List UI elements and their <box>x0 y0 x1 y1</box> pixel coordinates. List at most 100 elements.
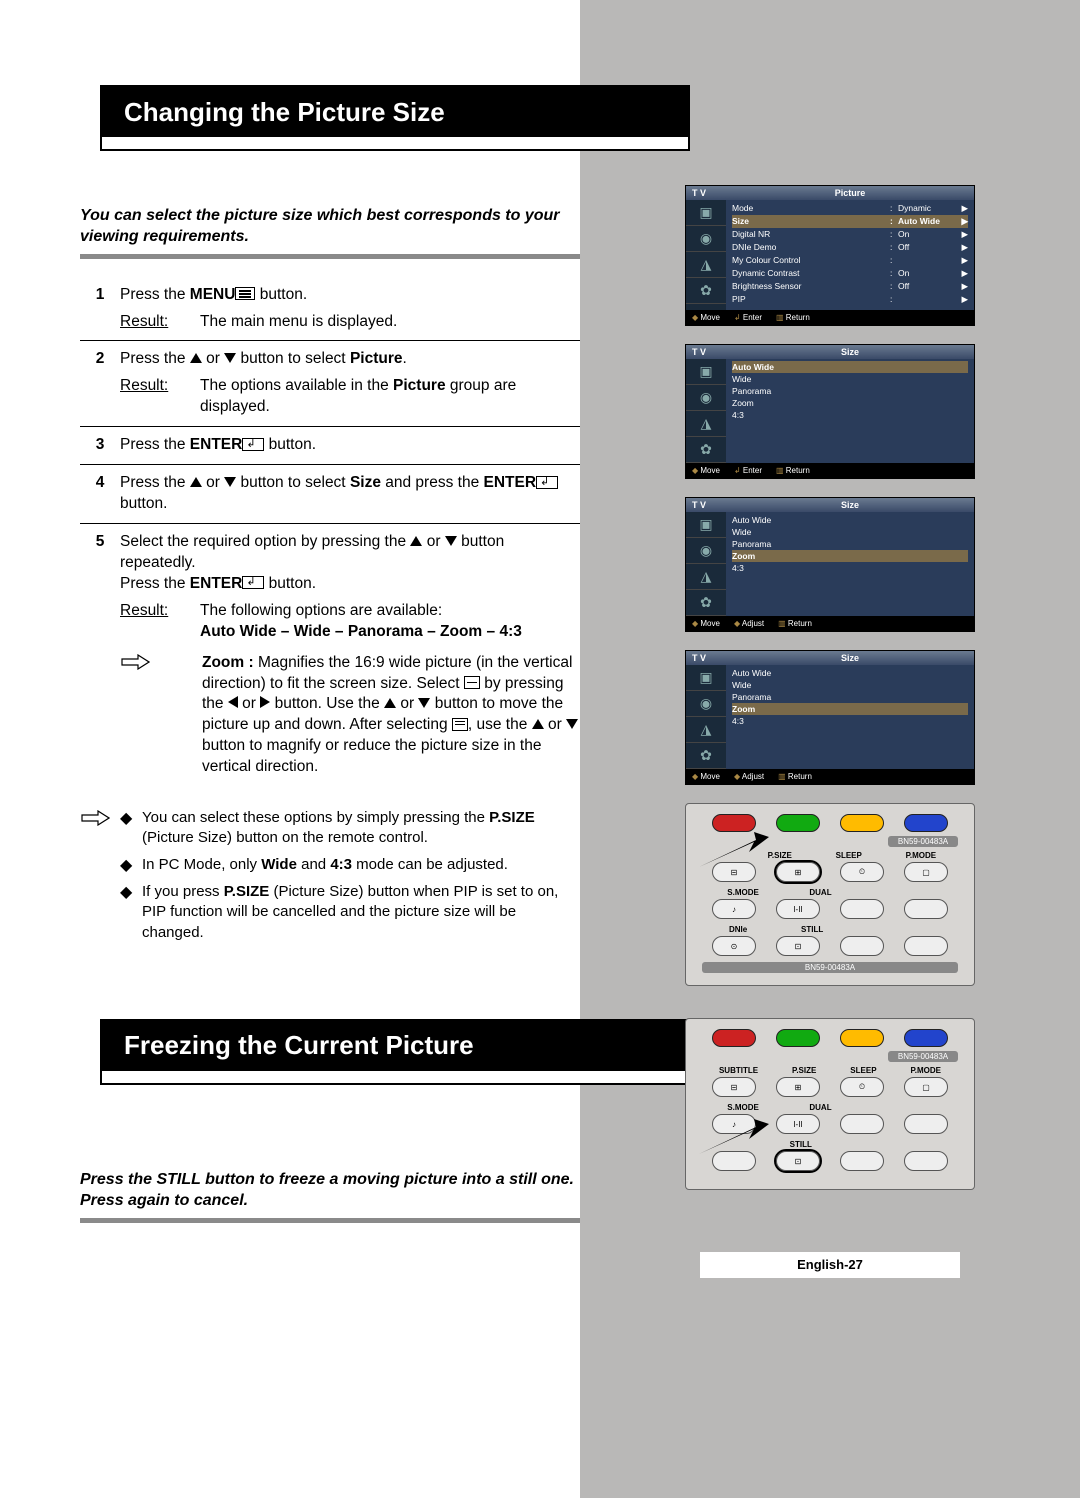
osd-row: Panorama <box>732 538 968 550</box>
remote-sleep-button: ⏲ <box>840 1077 884 1097</box>
button-name: ENTER <box>190 575 243 592</box>
osd-foot-move: Move <box>692 466 720 475</box>
size-options: Auto Wide – Wide – Panorama – Zoom – 4:3 <box>200 622 580 643</box>
osd-foot-return: Return <box>778 619 812 628</box>
remote-label-sleep: SLEEP <box>836 851 862 860</box>
text: Press the <box>120 350 190 367</box>
osd-foot-return: Return <box>778 772 812 781</box>
pointer-arrow-icon <box>694 1119 774 1159</box>
bullet-icon: ◆ <box>120 882 142 943</box>
osd-row: Auto Wide <box>732 667 968 679</box>
down-icon <box>566 719 578 729</box>
remote-yellow-button <box>840 814 884 832</box>
text: You can select these options by simply p… <box>142 809 489 826</box>
remote-button <box>840 1151 884 1171</box>
osd-tv-label: T V <box>692 653 732 663</box>
note-1: ◆ You can select these options by simply… <box>120 808 580 849</box>
remote-yellow-button <box>840 1029 884 1047</box>
remote-model: BN59-00483A <box>888 1051 958 1062</box>
text: If you press <box>142 883 224 900</box>
remote-label-pmode: P.MODE <box>906 851 937 860</box>
text: P.SIZE <box>224 883 270 900</box>
left-icon <box>228 696 238 708</box>
text: Press the <box>120 436 190 453</box>
text: button to select <box>236 350 350 367</box>
osd-foot-move: Move <box>692 619 720 628</box>
remote-sleep-button: ⏲ <box>840 862 884 882</box>
down-icon <box>224 477 236 487</box>
remote-subtitle-button: ⊟ <box>712 1077 756 1097</box>
text: Picture <box>350 350 403 367</box>
zoom-label: Zoom : <box>202 654 254 671</box>
remote-label-pmode: P.MODE <box>910 1066 941 1075</box>
osd-row: 4:3 <box>732 409 968 421</box>
divider <box>80 254 580 259</box>
remote-model: BN59-00483A <box>888 836 958 847</box>
osd-row: Zoom <box>732 397 968 409</box>
osd-row: Dynamic Contrast:On▶ <box>732 267 968 280</box>
up-icon <box>190 477 202 487</box>
text: P.SIZE <box>489 809 535 826</box>
osd-setup-icon: ✿ <box>686 590 726 616</box>
osd-icon-column: ▣ ◉ ◮ ✿ <box>686 512 726 616</box>
bullet-icon: ◆ <box>120 855 142 877</box>
osd-channel-icon: ◮ <box>686 564 726 590</box>
glyph-icon <box>452 718 468 731</box>
osd-channel-icon: ◮ <box>686 717 726 743</box>
text: Size <box>350 474 381 491</box>
osd-title: Size <box>732 500 968 510</box>
osd-row: 4:3 <box>732 715 968 727</box>
text: Select the required option by pressing t… <box>120 533 410 550</box>
osd-icon-column: ▣ ◉ ◮ ✿ <box>686 665 726 769</box>
result-label: Result: <box>120 376 200 418</box>
arrow-icon <box>120 653 150 669</box>
osd-picture-icon: ▣ <box>686 200 726 226</box>
osd-foot-adjust: Adjust <box>734 772 764 781</box>
osd-row: Zoom <box>732 550 968 562</box>
osd-row: PIP:▶ <box>732 293 968 306</box>
text: Press the <box>120 575 190 592</box>
text: , use the <box>468 716 532 733</box>
bullet-icon: ◆ <box>120 808 142 849</box>
result-label: Result: <box>120 601 200 643</box>
osd-row: Panorama <box>732 691 968 703</box>
osd-tv-label: T V <box>692 347 732 357</box>
osd-foot-adjust: Adjust <box>734 619 764 628</box>
down-icon <box>445 536 457 546</box>
osd-row: Mode:Dynamic▶ <box>732 202 968 215</box>
text: Press the <box>120 474 190 491</box>
enter-icon <box>242 576 264 589</box>
remote-label-still: STILL <box>801 925 823 934</box>
section-title: Changing the Picture Size <box>102 87 688 137</box>
osd-channel-icon: ◮ <box>686 252 726 278</box>
osd-picture-icon: ▣ <box>686 512 726 538</box>
osd-size-menu-3: T VSize ▣ ◉ ◮ ✿ Auto WideWidePanoramaZoo… <box>685 650 975 785</box>
remote-button <box>904 899 948 919</box>
text: or <box>422 533 444 550</box>
page-number: English-27 <box>700 1252 960 1278</box>
osd-row: Size:Auto Wide▶ <box>732 215 968 228</box>
remote-dual-button: I-II <box>776 1114 820 1134</box>
notes-block: ◆ You can select these options by simply… <box>80 808 580 949</box>
step-number: 2 <box>80 349 120 418</box>
button-name: ENTER <box>484 474 537 491</box>
osd-row: Zoom <box>732 703 968 715</box>
enter-icon <box>536 476 558 489</box>
text: Press the <box>120 286 190 303</box>
remote-pmode-button: ▢ <box>904 1077 948 1097</box>
remote-blue-button <box>904 1029 948 1047</box>
down-icon <box>224 353 236 363</box>
osd-foot-return: Return <box>776 313 810 322</box>
osd-row: Auto Wide <box>732 361 968 373</box>
button-name: ENTER <box>190 436 243 453</box>
osd-sound-icon: ◉ <box>686 691 726 717</box>
note-3: ◆ If you press P.SIZE (Picture Size) but… <box>120 882 580 943</box>
pointer-arrow-icon <box>694 832 774 872</box>
text: 4:3 <box>330 856 352 873</box>
text: Wide <box>261 856 297 873</box>
menu-icon <box>235 287 255 300</box>
remote-label-sleep: SLEEP <box>850 1066 876 1075</box>
remote-control-psize: BN59-00483A P.SIZE SLEEP P.MODE ⊟ ⊞ ⏲ ▢ … <box>685 803 975 986</box>
result-label: Result: <box>120 312 200 333</box>
result-text: The main menu is displayed. <box>200 312 580 333</box>
